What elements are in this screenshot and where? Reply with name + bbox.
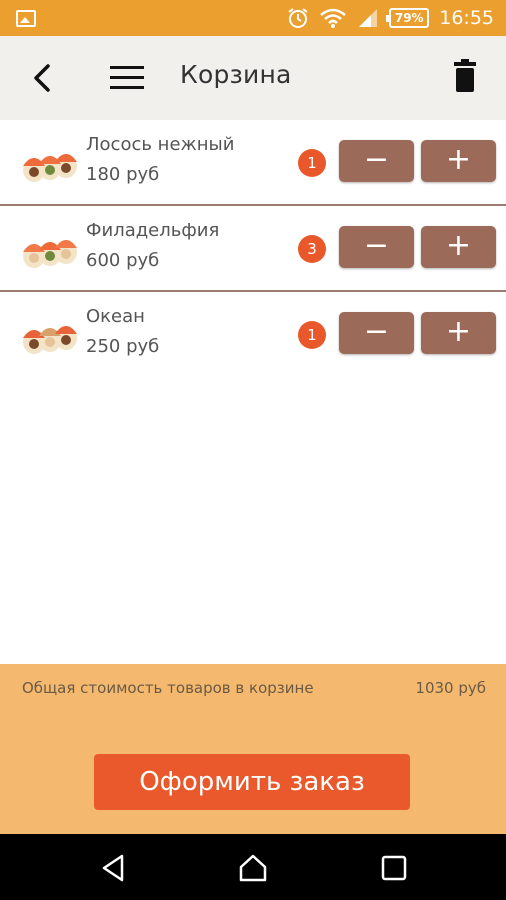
item-price: 180 руб bbox=[86, 164, 160, 185]
checkout-button[interactable]: Оформить заказ bbox=[94, 754, 410, 810]
nav-back-icon bbox=[102, 854, 124, 882]
quantity-badge: 3 bbox=[298, 235, 326, 263]
status-bar-right: 79% 16:55 bbox=[287, 0, 494, 36]
item-name: Океан bbox=[86, 306, 145, 327]
status-time: 16:55 bbox=[439, 7, 494, 29]
cart-item: Филадельфия 600 руб 3 − + bbox=[0, 206, 506, 292]
toolbar: Корзина bbox=[0, 36, 506, 120]
sushi-thumbnail bbox=[23, 240, 77, 268]
decrease-quantity-button[interactable]: − bbox=[339, 140, 414, 182]
system-navigation-bar bbox=[0, 834, 506, 900]
nav-back-button[interactable] bbox=[96, 851, 130, 885]
trash-icon bbox=[454, 59, 476, 92]
clear-cart-button[interactable] bbox=[446, 58, 484, 100]
back-arrow-icon bbox=[34, 64, 50, 92]
sushi-thumbnail bbox=[23, 154, 77, 182]
menu-icon-bar bbox=[110, 86, 144, 89]
signal-icon bbox=[359, 9, 378, 27]
nav-recent-apps-button[interactable] bbox=[377, 851, 411, 885]
battery-icon: 79% bbox=[386, 8, 430, 28]
quantity-badge: 1 bbox=[298, 321, 326, 349]
menu-button[interactable] bbox=[104, 56, 148, 100]
item-name: Лосось нежный bbox=[86, 134, 235, 155]
increase-quantity-button[interactable]: + bbox=[421, 226, 496, 268]
wifi-icon bbox=[320, 8, 347, 28]
decrease-quantity-button[interactable]: − bbox=[339, 226, 414, 268]
total-value: 1030 руб bbox=[415, 679, 486, 697]
app-screen: 79% 16:55 Корзина Лосось нежный 180 руб … bbox=[0, 0, 506, 900]
back-button[interactable] bbox=[22, 56, 66, 100]
nav-home-icon bbox=[239, 854, 267, 882]
page-title: Корзина bbox=[180, 60, 292, 89]
item-price: 250 руб bbox=[86, 336, 160, 357]
item-name: Филадельфия bbox=[86, 220, 220, 241]
cart-summary-panel: Общая стоимость товаров в корзине 1030 р… bbox=[0, 664, 506, 834]
total-label: Общая стоимость товаров в корзине bbox=[22, 679, 314, 697]
increase-quantity-button[interactable]: + bbox=[421, 312, 496, 354]
cart-item: Океан 250 руб 1 − + bbox=[0, 292, 506, 378]
cart-item: Лосось нежный 180 руб 1 − + bbox=[0, 120, 506, 206]
cart-list: Лосось нежный 180 руб 1 − + Филадельфия … bbox=[0, 120, 506, 378]
quantity-badge: 1 bbox=[298, 149, 326, 177]
sushi-thumbnail bbox=[23, 326, 77, 354]
menu-icon-bar bbox=[110, 76, 144, 79]
increase-quantity-button[interactable]: + bbox=[421, 140, 496, 182]
image-icon bbox=[16, 10, 36, 27]
nav-home-button[interactable] bbox=[236, 851, 270, 885]
menu-icon-bar bbox=[110, 66, 144, 69]
item-price: 600 руб bbox=[86, 250, 160, 271]
status-bar: 79% 16:55 bbox=[0, 0, 506, 36]
decrease-quantity-button[interactable]: − bbox=[339, 312, 414, 354]
alarm-icon bbox=[288, 8, 308, 28]
nav-recent-icon bbox=[381, 855, 407, 881]
